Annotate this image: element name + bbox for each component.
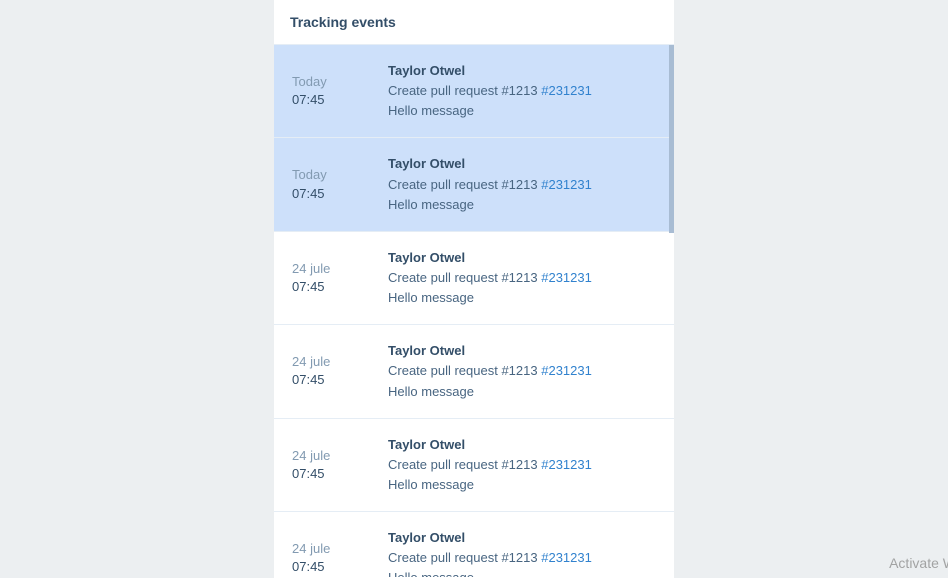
event-author: Taylor Otwel: [388, 154, 656, 174]
watermark: Activate W: [889, 555, 948, 572]
event-action: Create pull request #1213: [388, 550, 538, 565]
event-day: 24 jule: [292, 540, 378, 558]
event-row[interactable]: 24 jule07:45Taylor OtwelCreate pull requ…: [274, 419, 674, 512]
event-action: Create pull request #1213: [388, 270, 538, 285]
event-action-line: Create pull request #1213 #231231: [388, 361, 656, 381]
event-body: Taylor OtwelCreate pull request #1213 #2…: [388, 61, 656, 121]
event-action-line: Create pull request #1213 #231231: [388, 548, 656, 568]
event-body: Taylor OtwelCreate pull request #1213 #2…: [388, 435, 656, 495]
event-day: Today: [292, 73, 378, 91]
event-link[interactable]: #231231: [541, 457, 592, 472]
event-action-line: Create pull request #1213 #231231: [388, 81, 656, 101]
event-author: Taylor Otwel: [388, 528, 656, 548]
event-row[interactable]: 24 jule07:45Taylor OtwelCreate pull requ…: [274, 512, 674, 577]
event-action-line: Create pull request #1213 #231231: [388, 455, 656, 475]
event-message: Hello message: [388, 288, 656, 308]
event-day: Today: [292, 166, 378, 184]
event-action: Create pull request #1213: [388, 83, 538, 98]
event-link[interactable]: #231231: [541, 83, 592, 98]
event-action: Create pull request #1213: [388, 177, 538, 192]
scroll-thumb[interactable]: [669, 45, 674, 233]
panel-title: Tracking events: [274, 0, 674, 45]
event-message: Hello message: [388, 568, 656, 577]
event-time: 07:45: [292, 558, 378, 576]
event-date: 24 jule07:45: [292, 528, 388, 577]
event-date: 24 jule07:45: [292, 435, 388, 495]
event-body: Taylor OtwelCreate pull request #1213 #2…: [388, 528, 656, 577]
event-body: Taylor OtwelCreate pull request #1213 #2…: [388, 248, 656, 308]
event-row[interactable]: 24 jule07:45Taylor OtwelCreate pull requ…: [274, 232, 674, 325]
event-author: Taylor Otwel: [388, 341, 656, 361]
event-message: Hello message: [388, 101, 656, 121]
event-time: 07:45: [292, 278, 378, 296]
event-action: Create pull request #1213: [388, 457, 538, 472]
events-list[interactable]: Today07:45Taylor OtwelCreate pull reques…: [274, 45, 674, 577]
event-link[interactable]: #231231: [541, 177, 592, 192]
event-time: 07:45: [292, 185, 378, 203]
event-date: Today07:45: [292, 154, 388, 214]
event-action-line: Create pull request #1213 #231231: [388, 175, 656, 195]
event-link[interactable]: #231231: [541, 270, 592, 285]
event-row[interactable]: Today07:45Taylor OtwelCreate pull reques…: [274, 138, 674, 231]
event-action-line: Create pull request #1213 #231231: [388, 268, 656, 288]
event-day: 24 jule: [292, 353, 378, 371]
event-author: Taylor Otwel: [388, 435, 656, 455]
event-date: Today07:45: [292, 61, 388, 121]
event-action: Create pull request #1213: [388, 363, 538, 378]
event-date: 24 jule07:45: [292, 341, 388, 401]
event-link[interactable]: #231231: [541, 550, 592, 565]
event-body: Taylor OtwelCreate pull request #1213 #2…: [388, 154, 656, 214]
event-day: 24 jule: [292, 260, 378, 278]
event-message: Hello message: [388, 382, 656, 402]
tracking-panel: Tracking events Today07:45Taylor OtwelCr…: [274, 0, 674, 578]
event-link[interactable]: #231231: [541, 363, 592, 378]
event-date: 24 jule07:45: [292, 248, 388, 308]
event-message: Hello message: [388, 195, 656, 215]
event-time: 07:45: [292, 91, 378, 109]
event-message: Hello message: [388, 475, 656, 495]
event-day: 24 jule: [292, 447, 378, 465]
event-author: Taylor Otwel: [388, 248, 656, 268]
event-time: 07:45: [292, 465, 378, 483]
event-row[interactable]: 24 jule07:45Taylor OtwelCreate pull requ…: [274, 325, 674, 418]
event-author: Taylor Otwel: [388, 61, 656, 81]
event-time: 07:45: [292, 371, 378, 389]
event-row[interactable]: Today07:45Taylor OtwelCreate pull reques…: [274, 45, 674, 138]
event-body: Taylor OtwelCreate pull request #1213 #2…: [388, 341, 656, 401]
